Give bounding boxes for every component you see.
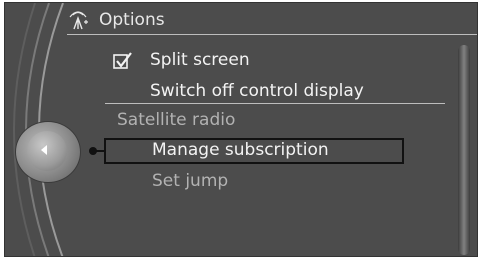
- knob-connector-dot: [89, 147, 97, 155]
- header: Options: [67, 7, 165, 33]
- header-divider: [67, 34, 477, 35]
- antenna-signal-icon: [69, 11, 88, 30]
- options-screen: Options Split screen Switch off control …: [4, 2, 478, 257]
- scrollbar[interactable]: [458, 45, 470, 255]
- menu-item-switch-off-display[interactable]: Switch off control display: [150, 81, 364, 101]
- page-title: Options: [99, 10, 165, 30]
- menu-item-split-screen[interactable]: Split screen: [150, 50, 250, 70]
- menu-item-manage-subscription[interactable]: Manage subscription: [152, 140, 329, 160]
- checkbox-checked-icon[interactable]: [113, 52, 133, 70]
- section-divider: [105, 103, 445, 104]
- controller-knob-center[interactable]: [27, 131, 67, 171]
- arrow-left-icon: [41, 145, 47, 155]
- menu-item-set-jump: Set jump: [152, 171, 229, 191]
- section-heading-satellite-radio: Satellite radio: [117, 110, 236, 130]
